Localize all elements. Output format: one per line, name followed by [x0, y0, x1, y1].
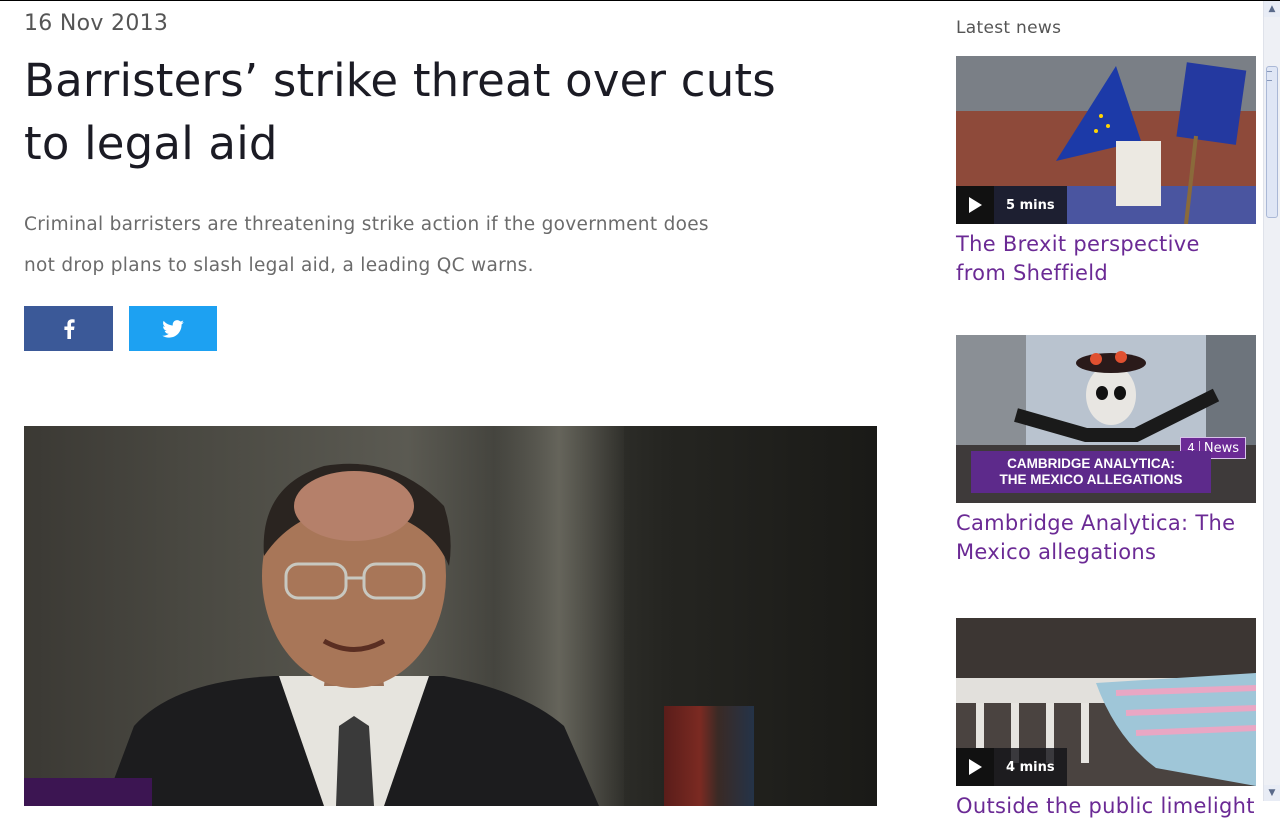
news-card[interactable]: 4 mins Outside the public limelight	[956, 618, 1256, 821]
facebook-icon	[63, 318, 75, 339]
news-card-title[interactable]: The Brexit perspective from Sheffield	[956, 230, 1256, 288]
play-icon	[956, 748, 994, 786]
sidebar-title: Latest news	[956, 18, 1062, 38]
news-card[interactable]: 5 mins The Brexit perspective from Sheff…	[956, 56, 1256, 288]
video-person-image	[104, 463, 599, 806]
news-card-thumbnail[interactable]: 4 News CAMBRIDGE ANALYTICA: THE MEXICO A…	[956, 335, 1256, 503]
vertical-scrollbar[interactable]: ▲ ▼	[1263, 1, 1280, 801]
scrollbar-thumb[interactable]	[1266, 66, 1278, 218]
duration-label: 4 mins	[1006, 759, 1055, 775]
news-card[interactable]: 4 News CAMBRIDGE ANALYTICA: THE MEXICO A…	[956, 335, 1256, 567]
news-card-title[interactable]: Cambridge Analytica: The Mexico allegati…	[956, 509, 1256, 567]
scroll-down-arrow-icon[interactable]: ▼	[1264, 785, 1280, 801]
duration-badge: 4 mins	[956, 748, 1067, 786]
scroll-up-arrow-icon[interactable]: ▲	[1264, 1, 1280, 17]
news-card-thumbnail[interactable]: 5 mins	[956, 56, 1256, 224]
twitter-share-button[interactable]	[129, 306, 217, 351]
play-icon	[956, 186, 994, 224]
thumbnail-banner: CAMBRIDGE ANALYTICA: THE MEXICO ALLEGATI…	[971, 451, 1211, 493]
article-video[interactable]	[24, 426, 877, 806]
video-label-bar	[24, 778, 152, 806]
banner-line-2: THE MEXICO ALLEGATIONS	[999, 472, 1183, 487]
duration-label: 5 mins	[1006, 197, 1055, 213]
news-card-thumbnail[interactable]: 4 mins	[956, 618, 1256, 786]
scrollbar-grip-icon	[1267, 71, 1272, 81]
twitter-icon	[162, 319, 184, 338]
facebook-share-button[interactable]	[24, 306, 113, 351]
article-date: 16 Nov 2013	[24, 11, 169, 36]
article-headline: Barristers’ strike threat over cuts to l…	[24, 54, 776, 170]
news-card-title[interactable]: Outside the public limelight	[956, 792, 1256, 821]
banner-line-1: CAMBRIDGE ANALYTICA:	[1007, 456, 1175, 471]
article-standfirst: Criminal barristers are threatening stri…	[24, 214, 709, 276]
duration-badge: 5 mins	[956, 186, 1067, 224]
